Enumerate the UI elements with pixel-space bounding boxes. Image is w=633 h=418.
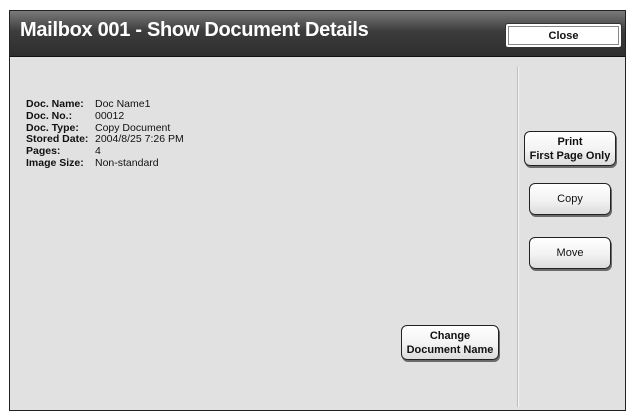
- print-first-page-only-button[interactable]: Print First Page Only: [524, 131, 616, 166]
- print-first-page-only-label: Print First Page Only: [529, 135, 611, 162]
- move-button-label: Move: [556, 247, 584, 259]
- title-bar: Mailbox 001 - Show Document Details Clos…: [10, 11, 625, 57]
- move-button[interactable]: Move: [529, 237, 611, 269]
- detail-label: Doc. No.:: [26, 109, 73, 122]
- side-panel-divider: [517, 67, 519, 407]
- detail-value: Non-standard: [95, 156, 159, 169]
- detail-label: Image Size:: [26, 156, 84, 169]
- close-button-label: Close: [548, 29, 579, 42]
- detail-value: 00012: [95, 109, 125, 122]
- close-button[interactable]: Close: [505, 23, 622, 48]
- detail-row-doc-no: Doc. No.: 00012: [26, 109, 184, 123]
- detail-value: 2004/8/25 7:26 PM: [95, 133, 184, 146]
- document-details: Doc. Name: Doc Name1 Doc. No.: 00012 Doc…: [26, 98, 184, 170]
- change-document-name-label: Change Document Name: [406, 329, 494, 356]
- copy-button[interactable]: Copy: [529, 183, 611, 215]
- change-document-name-button[interactable]: Change Document Name: [401, 325, 499, 360]
- copy-button-label: Copy: [557, 193, 583, 205]
- page-title: Mailbox 001 - Show Document Details: [20, 19, 369, 41]
- dialog-window: Mailbox 001 - Show Document Details Clos…: [9, 10, 626, 411]
- detail-row-image-size: Image Size: Non-standard: [26, 156, 184, 170]
